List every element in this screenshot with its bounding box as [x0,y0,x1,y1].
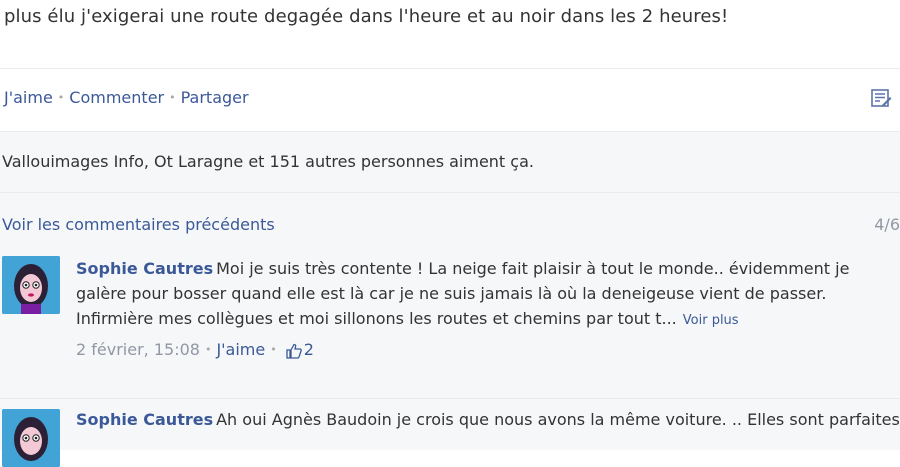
note-icon[interactable] [870,87,892,109]
separator-dot: • [169,91,176,104]
comment-author[interactable]: Sophie Cautres [76,259,213,278]
comment-meta: 2 février, 15:08 • J'aime • 2 [76,337,900,364]
comment-body: Sophie Cautres Moi je suis très contente … [76,256,900,364]
post-actions: J'aime • Commenter • Partager [0,68,900,131]
avatar[interactable] [2,409,60,467]
likes-text[interactable]: Vallouimages Info, Ot Laragne et 151 aut… [2,152,534,171]
comment-like-count[interactable]: 2 [304,340,314,359]
comment-link[interactable]: Commenter [69,88,164,107]
avatar[interactable] [2,256,60,314]
comment-author[interactable]: Sophie Cautres [76,410,213,429]
view-previous-comments-link[interactable]: Voir les commentaires précédents [2,215,275,234]
avatar-image [2,409,60,467]
post-text: plus élu j'exigerai une route degagée da… [4,6,729,27]
like-link[interactable]: J'aime [4,88,53,107]
likes-summary: Vallouimages Info, Ot Laragne et 151 aut… [0,131,900,192]
thumbs-up-icon [286,343,302,359]
see-more-link[interactable]: Voir plus [683,313,739,328]
comment-body: Sophie Cautres Ah oui Agnès Baudoin je cr… [76,407,900,432]
comment-text: Ah oui Agnès Baudoin je crois que nous a… [216,410,900,429]
action-links: J'aime • Commenter • Partager [4,88,249,107]
separator-dot: • [57,91,65,104]
comment-like-link[interactable]: J'aime [216,340,265,359]
share-link[interactable]: Partager [181,88,249,107]
avatar-image [2,256,60,314]
comment-date[interactable]: 2 février, 15:08 [76,340,200,359]
comment-count: 4/6 [874,215,900,234]
previous-comments-bar: Voir les commentaires précédents 4/6 [0,192,900,247]
separator-dot: • [270,343,277,356]
comment: Sophie Cautres Moi je suis très contente … [0,246,900,398]
separator-dot: • [204,343,212,356]
comments-list: Sophie Cautres Moi je suis très contente … [0,246,900,467]
